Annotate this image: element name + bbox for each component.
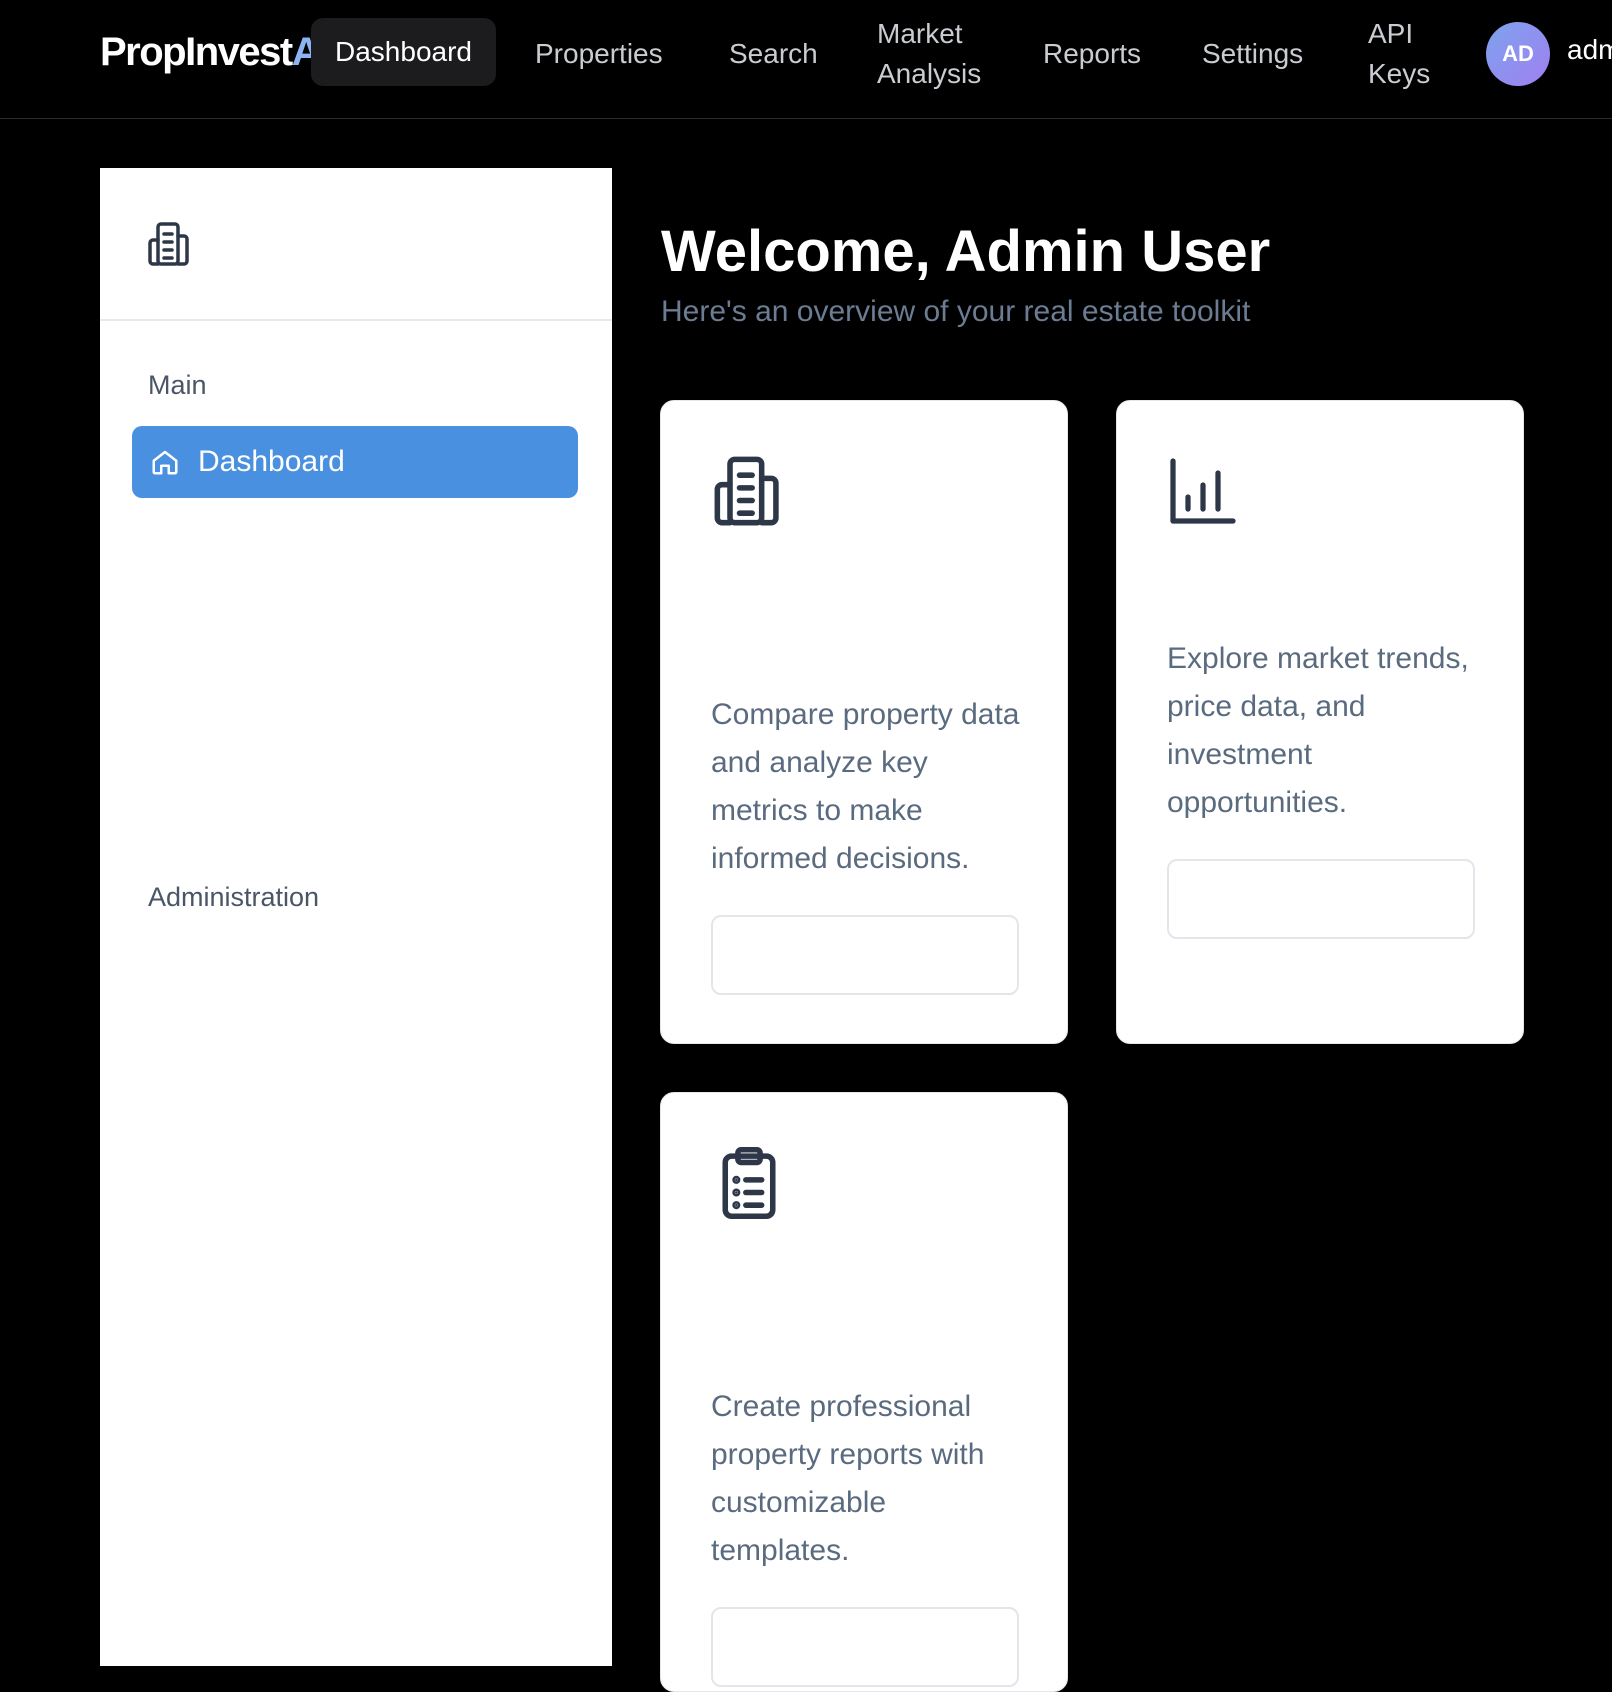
sidebar-item-label: Dashboard xyxy=(198,445,345,478)
sidebar-item-dashboard[interactable]: Dashboard xyxy=(132,426,578,498)
nav-settings[interactable]: Settings xyxy=(1202,34,1303,74)
nav-api-keys[interactable]: API Keys xyxy=(1368,14,1448,94)
building-icon[interactable] xyxy=(146,220,194,268)
card-property-comparison: Compare property data and analyze key me… xyxy=(660,400,1068,1044)
nav-dashboard[interactable]: Dashboard xyxy=(311,18,496,86)
sidebar-section-main: Main xyxy=(148,370,207,400)
clipboard-list-icon xyxy=(722,1146,776,1220)
card-action-button[interactable] xyxy=(711,915,1019,995)
card-action-button[interactable] xyxy=(1167,859,1475,939)
page-title: Welcome, Admin User xyxy=(661,219,1271,284)
card-action-button[interactable] xyxy=(711,1607,1019,1687)
card-description: Explore market trends, price data, and i… xyxy=(1167,642,1469,819)
card-description: Compare property data and analyze key me… xyxy=(711,698,1020,875)
building-icon xyxy=(714,456,779,526)
card-description: Create professional property reports wit… xyxy=(711,1390,985,1567)
top-navbar: PropInvestAI Dashboard Properties Search… xyxy=(0,0,1612,119)
page-subtitle: Here's an overview of your real estate t… xyxy=(661,295,1251,328)
nav-search[interactable]: Search xyxy=(729,34,818,74)
nav-reports[interactable]: Reports xyxy=(1043,34,1141,74)
brand-name: PropInvest xyxy=(100,30,293,74)
sidebar-header xyxy=(100,168,612,321)
user-avatar[interactable]: AD xyxy=(1486,22,1550,86)
bar-chart-icon xyxy=(1170,458,1236,524)
card-market-analysis: Explore market trends, price data, and i… xyxy=(1116,400,1524,1044)
sidebar-section-administration: Administration xyxy=(148,882,320,912)
nav-properties[interactable]: Properties xyxy=(535,34,663,74)
nav-market-analysis[interactable]: Market Analysis xyxy=(877,14,1027,94)
home-icon xyxy=(152,450,178,475)
card-reports: Create professional property reports wit… xyxy=(660,1092,1068,1692)
brand-logo[interactable]: PropInvestAI xyxy=(100,30,330,75)
user-name[interactable]: adm xyxy=(1567,34,1612,66)
